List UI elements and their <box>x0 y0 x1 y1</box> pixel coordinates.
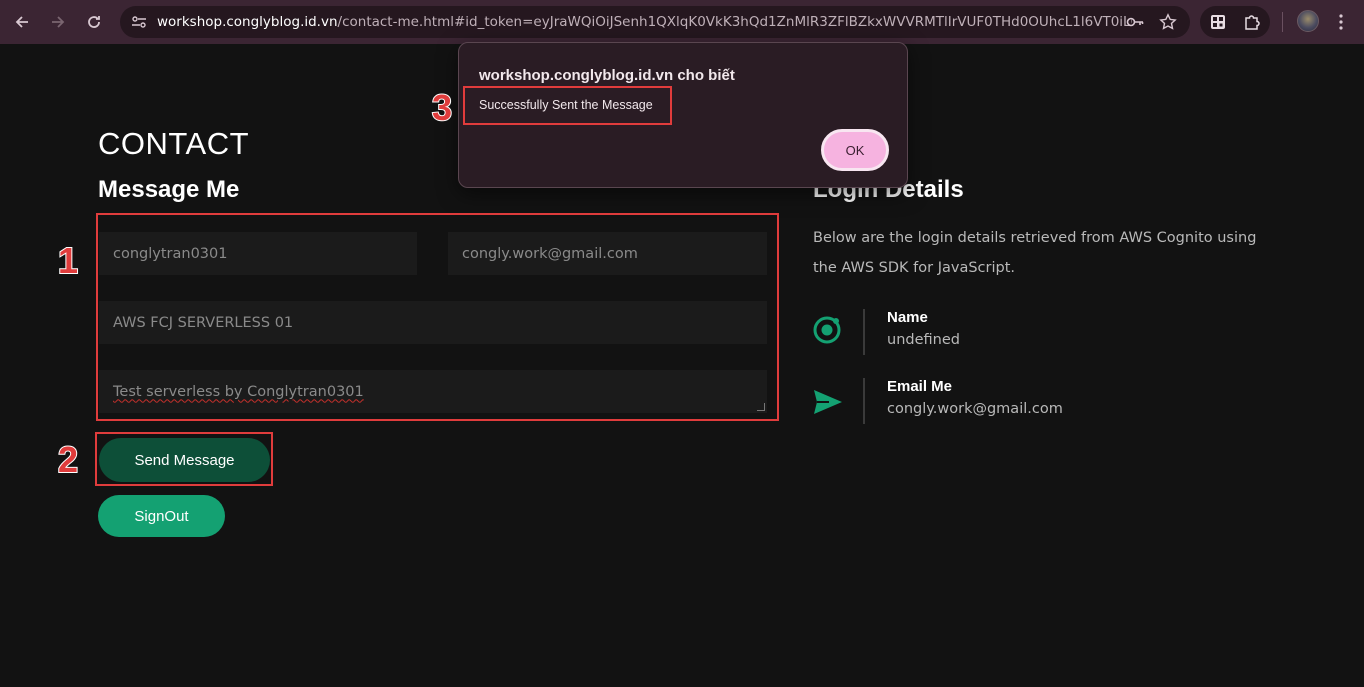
dialog-message-annotation-box <box>463 86 672 125</box>
password-key-icon[interactable] <box>1125 13 1145 31</box>
url-domain: workshop.conglyblog.id.vn <box>157 14 338 30</box>
address-bar[interactable]: workshop.conglyblog.id.vn/contact-me.htm… <box>120 6 1190 38</box>
dialog-ok-button[interactable]: OK <box>821 129 889 171</box>
bookmark-star-icon[interactable] <box>1158 12 1178 32</box>
email-label: Email Me <box>887 378 953 395</box>
page-title: CONTACT <box>98 126 250 161</box>
browser-toolbar: workshop.conglyblog.id.vn/contact-me.htm… <box>0 0 1364 44</box>
reload-icon[interactable] <box>80 8 108 36</box>
login-details-description: Below are the login details retrieved fr… <box>813 230 1257 276</box>
profile-avatar[interactable] <box>1297 10 1319 32</box>
ionic-logo-icon <box>812 315 842 345</box>
annotation-number-3: 3 <box>431 87 453 128</box>
email-value: congly.work@gmail.com <box>887 401 1063 417</box>
extensions-puzzle-icon[interactable] <box>1242 12 1262 32</box>
name-label: Name <box>887 309 928 326</box>
qr-code-icon[interactable] <box>1208 12 1228 32</box>
annotation-number-1: 1 <box>57 240 79 281</box>
site-info-icon[interactable] <box>130 13 148 31</box>
url-text: workshop.conglyblog.id.vn/contact-me.htm… <box>157 14 1132 30</box>
form-title: Message Me <box>98 176 240 203</box>
send-paper-plane-icon <box>812 388 844 416</box>
signout-button[interactable]: SignOut <box>98 495 225 537</box>
extensions-group <box>1200 6 1270 38</box>
toolbar-separator <box>1282 12 1283 32</box>
browser-menu-icon[interactable] <box>1331 8 1351 36</box>
email-divider <box>863 378 865 424</box>
back-icon[interactable] <box>8 8 36 36</box>
annotation-number-2: 2 <box>57 439 79 480</box>
name-value: undefined <box>887 332 960 348</box>
form-annotation-box <box>96 213 779 421</box>
name-divider <box>863 309 865 355</box>
send-button-annotation-box <box>95 432 273 486</box>
url-path: /contact-me.html#id_token=eyJraWQiOiJSen… <box>337 14 1132 30</box>
forward-icon[interactable] <box>44 8 72 36</box>
dialog-title: workshop.conglyblog.id.vn cho biết <box>479 67 735 84</box>
